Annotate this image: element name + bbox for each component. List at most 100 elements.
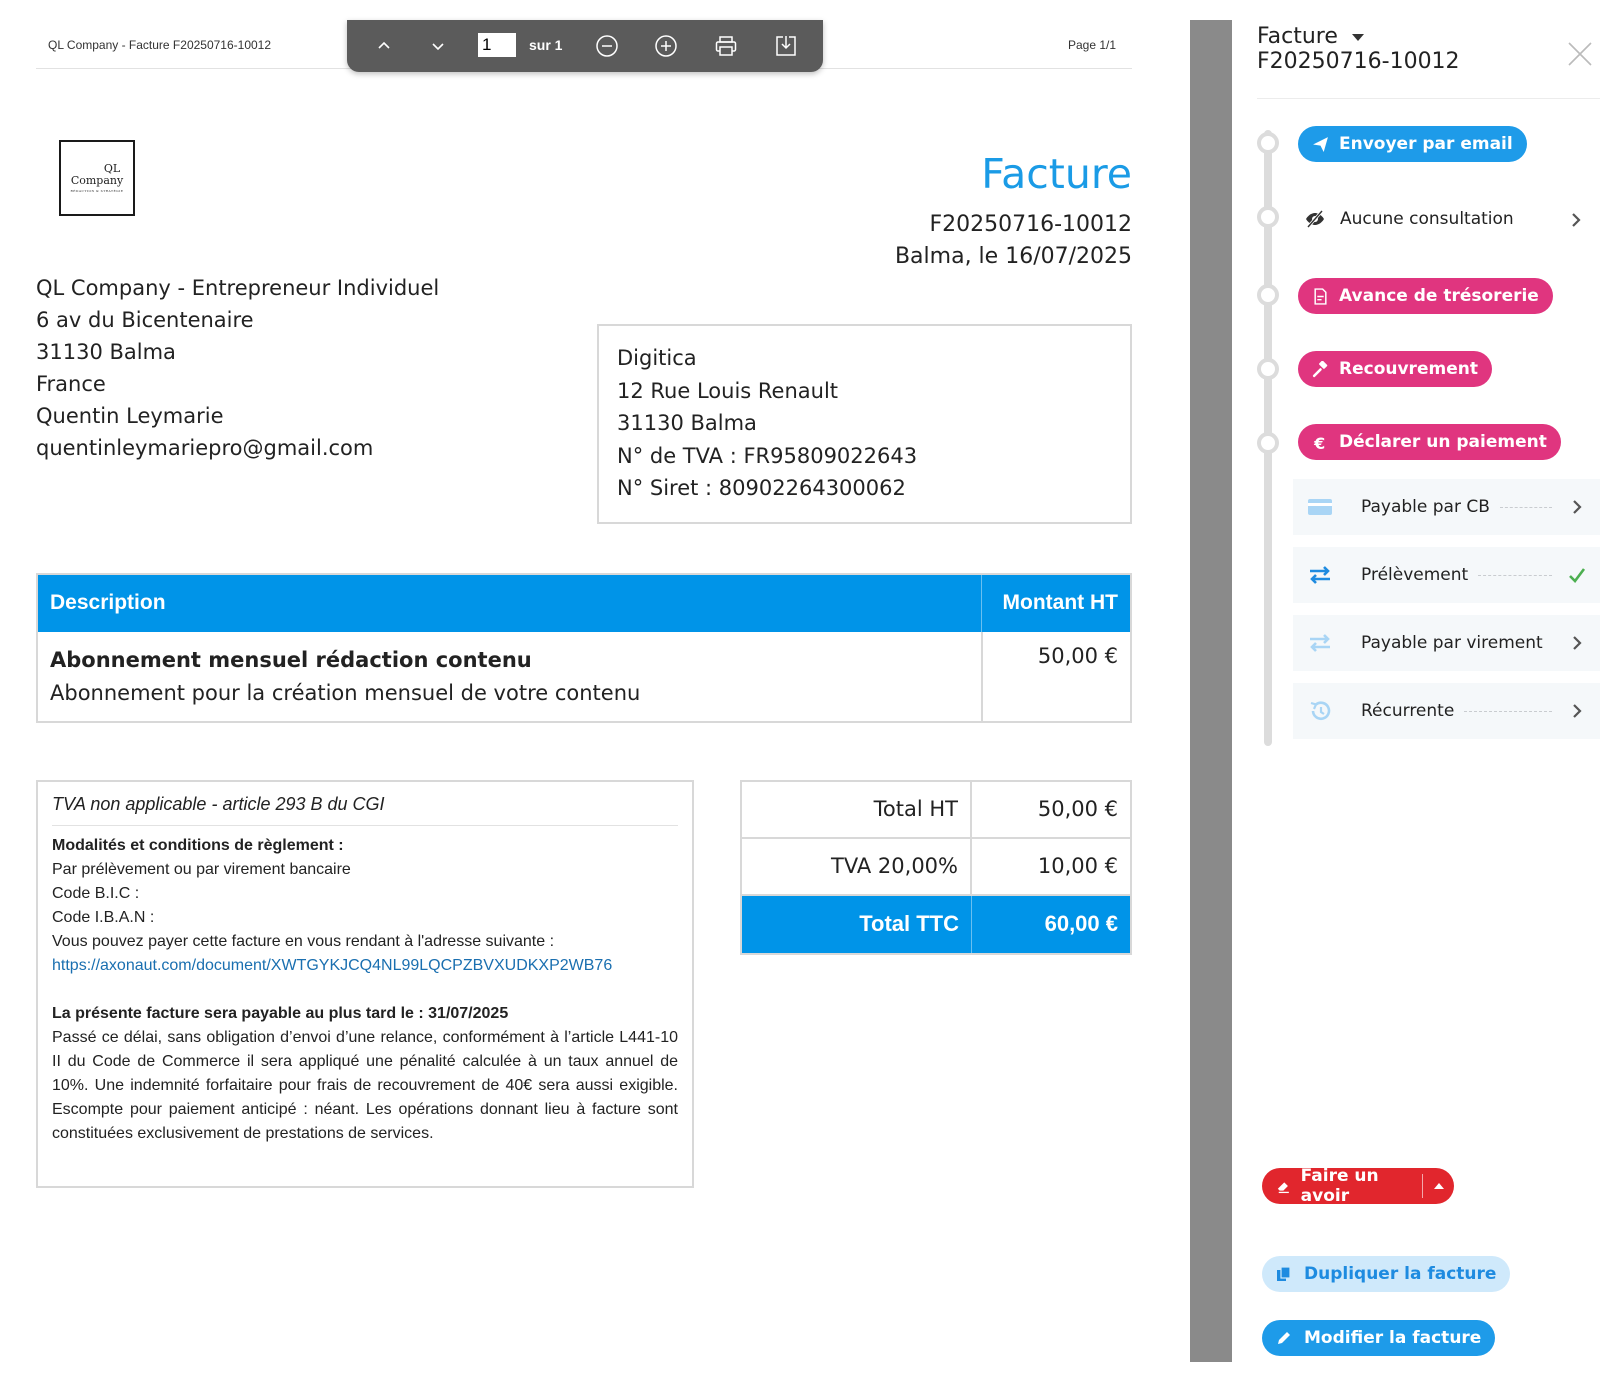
pdf-toolbar: sur 1 <box>347 20 823 72</box>
tva-row: TVA 20,00% 10,00 € <box>742 839 1130 896</box>
check-icon <box>1568 567 1586 583</box>
chevron-right-icon <box>1569 635 1586 651</box>
payment-link[interactable]: https://axonaut.com/document/XWTGYKJCQ4N… <box>52 954 678 978</box>
modalities-line: Par prélèvement ou par virement bancaire <box>52 861 351 878</box>
timeline-step-dot <box>1257 432 1279 454</box>
document-money-icon <box>1314 287 1327 305</box>
duplicate-invoice-label: Dupliquer la facture <box>1304 1264 1497 1284</box>
sender-line: 31130 Balma <box>36 340 176 364</box>
recipient-line: 12 Rue Louis Renault <box>617 378 839 403</box>
item-amount: 50,00 € <box>981 632 1130 721</box>
recipient-line: 31130 Balma <box>617 411 757 435</box>
company-logo: QL Company RÉDACTION & STRATÉGIE <box>59 140 135 216</box>
sender-address: QL Company - Entrepreneur Individuel 6 a… <box>36 272 439 464</box>
panel-header-divider <box>1257 98 1600 99</box>
timeline-step-dot <box>1257 358 1279 380</box>
tva-label: TVA 20,00% <box>742 839 972 894</box>
item-title: Abonnement mensuel rédaction contenu <box>50 648 532 672</box>
chevron-right-icon <box>1568 499 1586 515</box>
invoice-date: Balma, le 16/07/2025 <box>894 244 1132 269</box>
svg-text:€: € <box>1313 434 1325 451</box>
credit-note-label: Faire un avoir <box>1300 1166 1379 1206</box>
recovery-button[interactable]: Recouvrement <box>1298 351 1492 387</box>
logo-line-2: Company <box>70 174 124 187</box>
payment-method-recurring[interactable]: Récurrente <box>1293 683 1600 739</box>
consultation-label: Aucune consultation <box>1340 209 1514 229</box>
timeline-step-dot <box>1257 284 1279 306</box>
item-detail: Abonnement pour la création mensuel de v… <box>50 681 641 705</box>
previous-page-button[interactable] <box>371 33 397 59</box>
document-header-title: QL Company - Facture F20250716-10012 <box>48 38 272 52</box>
item-description: Abonnement mensuel rédaction contenu Abo… <box>38 632 981 721</box>
chevron-right-icon <box>1572 213 1581 227</box>
euro-icon: € <box>1313 434 1325 451</box>
total-ttc-value: 60,00 € <box>1044 911 1118 936</box>
next-page-button[interactable] <box>425 33 451 59</box>
transfer-icon <box>1307 630 1333 656</box>
items-table-header: Description Montant HT <box>38 575 1130 632</box>
declare-payment-button[interactable]: € Déclarer un paiement <box>1298 424 1561 460</box>
items-table: Description Montant HT Abonnement mensue… <box>36 573 1132 723</box>
duplicate-invoice-button[interactable]: Dupliquer la facture <box>1262 1256 1511 1292</box>
payment-method-direct-debit[interactable]: Prélèvement <box>1293 547 1600 603</box>
bic-code: Code B.I.C : <box>52 885 140 902</box>
history-icon <box>1307 698 1333 724</box>
copy-icon <box>1277 1266 1291 1281</box>
send-email-label: Envoyer par email <box>1339 134 1513 154</box>
modalities-title: Modalités et conditions de règlement : <box>52 837 344 854</box>
zoom-in-icon <box>655 35 677 57</box>
sender-line: quentinleymariepro@gmail.com <box>36 436 374 460</box>
payment-method-card[interactable]: Payable par CB <box>1293 479 1600 535</box>
send-email-button[interactable]: Envoyer par email <box>1298 126 1527 162</box>
close-panel-button[interactable] <box>1566 40 1594 68</box>
credit-note-button[interactable]: Faire un avoir <box>1262 1166 1422 1206</box>
payment-method-transfer[interactable]: Payable par virement <box>1293 615 1600 671</box>
transfer-icon <box>1307 562 1333 588</box>
paper-plane-icon <box>1313 136 1328 152</box>
timeline-step-dot <box>1257 206 1279 228</box>
leader-dots <box>1464 710 1552 712</box>
page-number-input[interactable] <box>478 33 516 57</box>
payment-method-label: Payable par CB <box>1361 497 1490 517</box>
total-ht-value: 50,00 € <box>1037 797 1118 821</box>
invoice-number: F20250716-10012 <box>929 212 1132 237</box>
legal-text: Passé ce délai, sans obligation d’envoi … <box>52 1029 678 1142</box>
panel-title-type: Facture <box>1257 24 1338 49</box>
payment-method-label: Prélèvement <box>1361 565 1469 585</box>
leader-dots <box>1478 574 1552 576</box>
timeline-step-dot <box>1257 132 1279 154</box>
panel-title-dropdown[interactable]: Facture F20250716-10012 <box>1257 24 1460 74</box>
caret-down-icon <box>1351 33 1364 41</box>
treasury-advance-button[interactable]: Avance de trésorerie <box>1298 278 1553 314</box>
recipient-line: N° Siret : 80902264300062 <box>617 476 906 500</box>
totals-table: Total HT 50,00 € TVA 20,00% 10,00 € Tota… <box>740 780 1132 955</box>
chevron-right-icon <box>1568 703 1586 719</box>
total-ht-row: Total HT 50,00 € <box>742 782 1130 839</box>
credit-card-icon <box>1307 494 1333 520</box>
download-button[interactable] <box>773 33 799 59</box>
chevron-down-icon <box>432 43 444 51</box>
consultation-status[interactable]: Aucune consultation <box>1304 208 1584 230</box>
sender-line: QL Company - Entrepreneur Individuel <box>36 276 440 300</box>
print-button[interactable] <box>713 33 739 59</box>
zoom-out-button[interactable] <box>594 33 620 59</box>
zoom-out-icon <box>596 35 618 57</box>
tva-note: TVA non applicable - article 293 B du CG… <box>52 794 678 826</box>
payment-method-label: Payable par virement <box>1361 633 1543 653</box>
gavel-icon <box>1312 360 1328 377</box>
zoom-in-button[interactable] <box>653 33 679 59</box>
total-ttc-row: Total TTC 60,00 € <box>742 896 1130 953</box>
recovery-label: Recouvrement <box>1339 359 1478 379</box>
credit-note-split-button: Faire un avoir <box>1262 1166 1454 1206</box>
sender-line: France <box>36 372 106 396</box>
logo-line-3: RÉDACTION & STRATÉGIE <box>70 189 124 193</box>
eraser-icon <box>1277 1182 1289 1194</box>
credit-note-menu-toggle[interactable] <box>1423 1183 1454 1189</box>
leader-dots <box>1499 506 1552 508</box>
amount-column-header: Montant HT <box>981 575 1130 632</box>
edit-invoice-button[interactable]: Modifier la facture <box>1262 1320 1496 1356</box>
table-row: Abonnement mensuel rédaction contenu Abo… <box>38 632 1130 721</box>
payment-conditions-box: TVA non applicable - article 293 B du CG… <box>36 780 694 1188</box>
download-icon <box>776 36 796 56</box>
iban-code: Code I.B.A.N : <box>52 909 155 926</box>
